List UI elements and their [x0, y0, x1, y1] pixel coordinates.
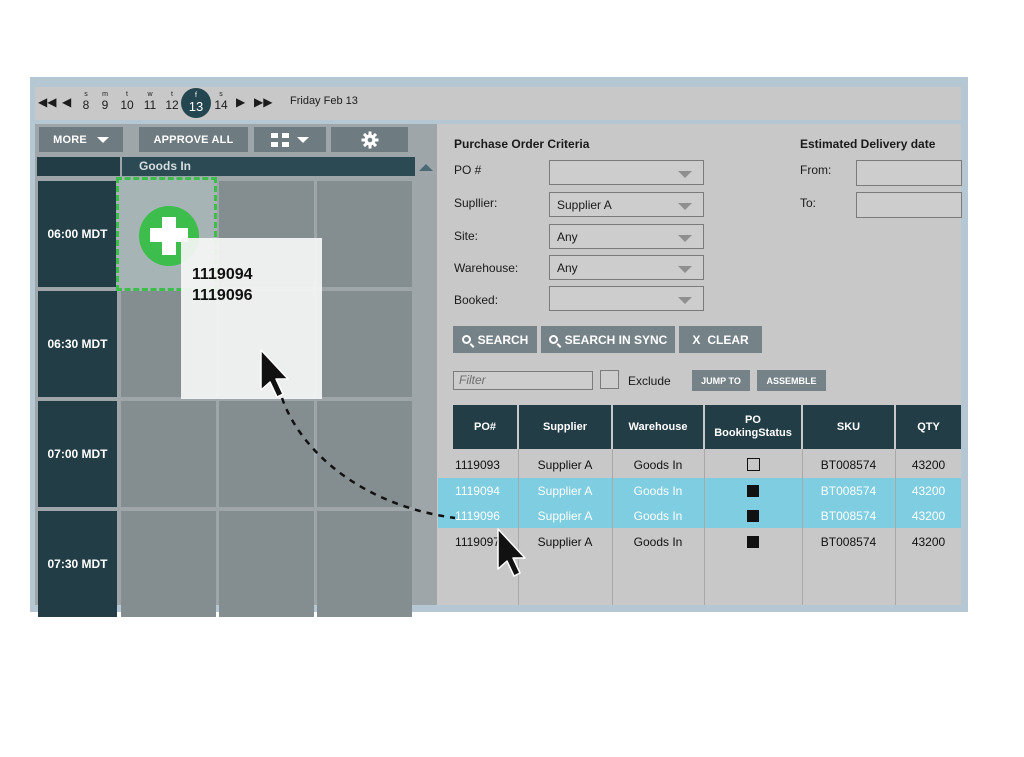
mouse-pointer-icon: [497, 528, 526, 577]
mouse-pointer-icon: [260, 349, 289, 398]
drag-path: [280, 397, 456, 520]
drag-gesture-overlay: [260, 349, 526, 577]
